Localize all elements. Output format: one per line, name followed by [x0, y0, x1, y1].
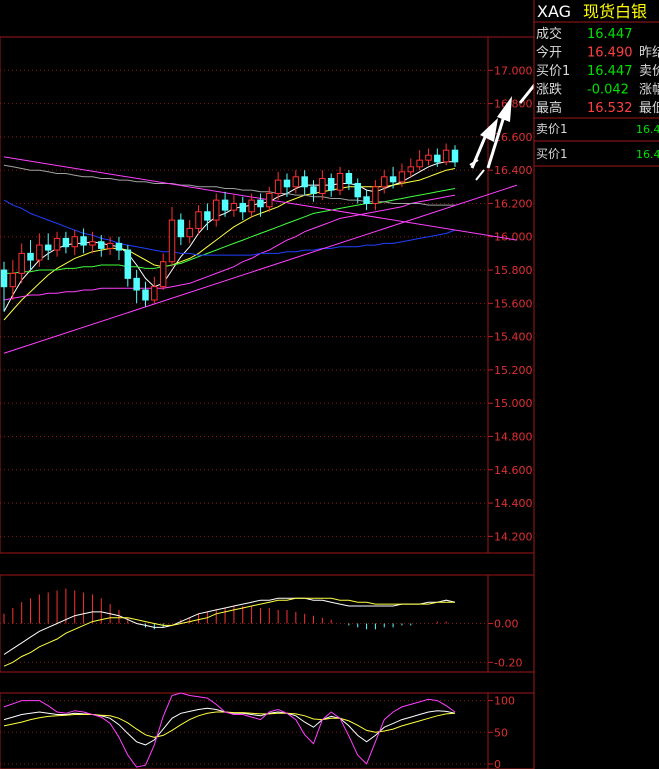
candle-body-down: [142, 289, 149, 301]
quote-row-tail: 卖价: [639, 64, 659, 79]
quote-row-value: 16.490: [587, 46, 633, 61]
candle-body-down: [0, 269, 8, 288]
candle-body-up: [266, 192, 273, 208]
price-tick-label: 14.800: [494, 430, 533, 443]
candle-body-up: [186, 227, 193, 238]
price-tick-label: 17.000: [494, 64, 533, 77]
price-tick-label: 15.200: [494, 364, 533, 377]
candle-body-up: [416, 159, 423, 168]
quote-row-value: -0.042: [587, 83, 629, 98]
quote-row-tail: 涨幅: [639, 83, 659, 98]
quote-row-label: 买价1: [536, 64, 570, 79]
quote-row-label: 最高: [536, 100, 562, 116]
candle-body-up: [36, 244, 43, 261]
candle-body-down: [115, 242, 123, 251]
depth-row-label: 买价1: [536, 147, 568, 161]
quote-panel: XAG 现货白银 成交 16.447 今开 16.490 昨结买价1 16.447 卖价涨跌…: [533, 0, 659, 769]
candle-body-down: [451, 149, 459, 163]
price-tick-label: 14.200: [494, 530, 533, 543]
quote-row-label: 涨跌: [536, 82, 562, 98]
price-tick-label: 15.400: [494, 331, 533, 344]
candle-body-up: [89, 241, 96, 246]
candle-body-up: [71, 236, 78, 248]
quote-row: 今开 16.490 昨结: [536, 45, 659, 61]
kdj-tick-label: 50: [494, 726, 508, 739]
candle-body-up: [18, 252, 25, 274]
candle-body-up: [336, 172, 344, 191]
candle-body-up: [159, 261, 167, 288]
quote-row-value: 16.532: [587, 101, 633, 116]
candle-body-down: [389, 176, 397, 183]
depth-row-value: 16.4: [636, 148, 659, 161]
quote-row-value: 16.447: [587, 27, 633, 42]
candle-body-down: [98, 241, 105, 249]
quote-row-label: 今开: [536, 45, 562, 61]
price-tick-label: 15.800: [494, 264, 533, 277]
quote-row: 最高 16.532 最低: [536, 100, 659, 116]
candle-body-down: [239, 202, 247, 213]
candle-body-down: [221, 199, 229, 211]
candle-body-up: [151, 286, 158, 301]
price-tick-label: 15.000: [494, 397, 533, 410]
candle-body-down: [283, 179, 291, 188]
xag-chart: 17.00016.80016.60016.40016.20016.00015.8…: [0, 0, 659, 769]
candle-body-down: [124, 249, 132, 279]
candle-body-down: [354, 182, 361, 198]
candle-body-up: [292, 176, 300, 188]
candle-body-down: [363, 196, 370, 204]
candle-body-up: [398, 171, 406, 183]
candle-body-up: [319, 177, 326, 194]
price-tick-label: 14.400: [494, 497, 533, 510]
candle-body-down: [44, 244, 52, 251]
macd-tick-label: -0.20: [494, 656, 522, 669]
kdj-tick-label: 0: [494, 758, 501, 769]
candle-body-down: [204, 211, 211, 221]
candle-body-down: [434, 154, 441, 163]
candle-body-up: [195, 211, 202, 229]
candle-body-down: [27, 252, 34, 261]
candle-body-down: [327, 177, 335, 191]
quote-row-tail: 昨结: [639, 46, 659, 61]
depth-row-value: 16.4: [636, 123, 659, 136]
depth-row-label: 卖价1: [536, 122, 568, 136]
quote-row-tail: 最低: [639, 101, 659, 116]
quote-row: 涨跌 -0.042 涨幅: [536, 82, 659, 98]
price-tick-label: 16.800: [494, 98, 533, 111]
quote-row-label: 成交: [536, 26, 562, 42]
price-tick-label: 15.600: [494, 297, 533, 310]
candle-body-up: [230, 202, 238, 211]
candle-body-up: [9, 272, 17, 288]
kdj-tick-label: 100: [494, 695, 515, 708]
candle-body-up: [425, 154, 432, 161]
candle-body-down: [345, 172, 353, 184]
quote-symbol: XAG: [537, 2, 571, 21]
candle-body-up: [248, 199, 255, 213]
candle-body-up: [212, 199, 220, 221]
candle-body-up: [106, 242, 114, 249]
candle-body-down: [80, 236, 87, 246]
candle-body-up: [442, 149, 450, 163]
candle-body-down: [177, 219, 185, 238]
price-tick-label: 14.600: [494, 464, 533, 477]
candle-body-down: [133, 277, 140, 291]
quote-name: 现货白银: [583, 2, 647, 21]
candle-body-up: [372, 186, 379, 204]
candle-body-up: [407, 166, 415, 173]
candle-body-up: [168, 219, 176, 263]
candle-body-up: [381, 176, 388, 188]
candle-body-down: [310, 186, 317, 194]
candle-body-down: [257, 199, 264, 208]
candle-body-up: [53, 237, 61, 251]
candle-body-down: [62, 237, 70, 248]
quote-row: 买价1 16.447 卖价: [536, 64, 659, 79]
candle-body-up: [274, 179, 282, 194]
candle-body-down: [301, 176, 308, 188]
price-tick-label: 16.400: [494, 164, 533, 177]
price-tick-label: 16.200: [494, 197, 533, 210]
quote-row-value: 16.447: [587, 64, 633, 79]
macd-tick-label: 0.00: [494, 618, 519, 631]
